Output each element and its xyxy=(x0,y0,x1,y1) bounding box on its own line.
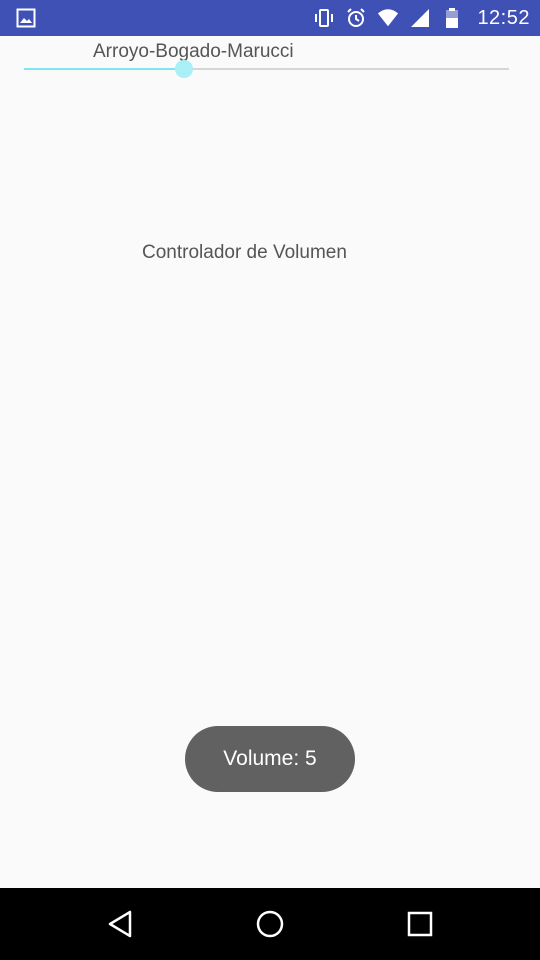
navigation-bar xyxy=(0,888,540,960)
battery-icon xyxy=(441,7,463,29)
signal-icon xyxy=(409,7,431,29)
status-icons: 12:52 xyxy=(313,0,530,36)
status-time: 12:52 xyxy=(477,6,530,29)
back-icon[interactable] xyxy=(102,906,138,942)
volume-slider[interactable] xyxy=(24,59,509,79)
status-bar: 12:52 xyxy=(0,0,540,36)
alarm-icon xyxy=(345,7,367,29)
slider-thumb[interactable] xyxy=(175,60,193,78)
recent-apps-icon[interactable] xyxy=(402,906,438,942)
volume-controller-label: Controlador de Volumen xyxy=(142,242,347,263)
home-icon[interactable] xyxy=(252,906,288,942)
gallery-icon xyxy=(16,8,36,28)
wifi-icon xyxy=(377,7,399,29)
slider-fill xyxy=(24,68,184,70)
vibrate-icon xyxy=(313,7,335,29)
volume-toast: Volume: 5 xyxy=(185,726,355,792)
